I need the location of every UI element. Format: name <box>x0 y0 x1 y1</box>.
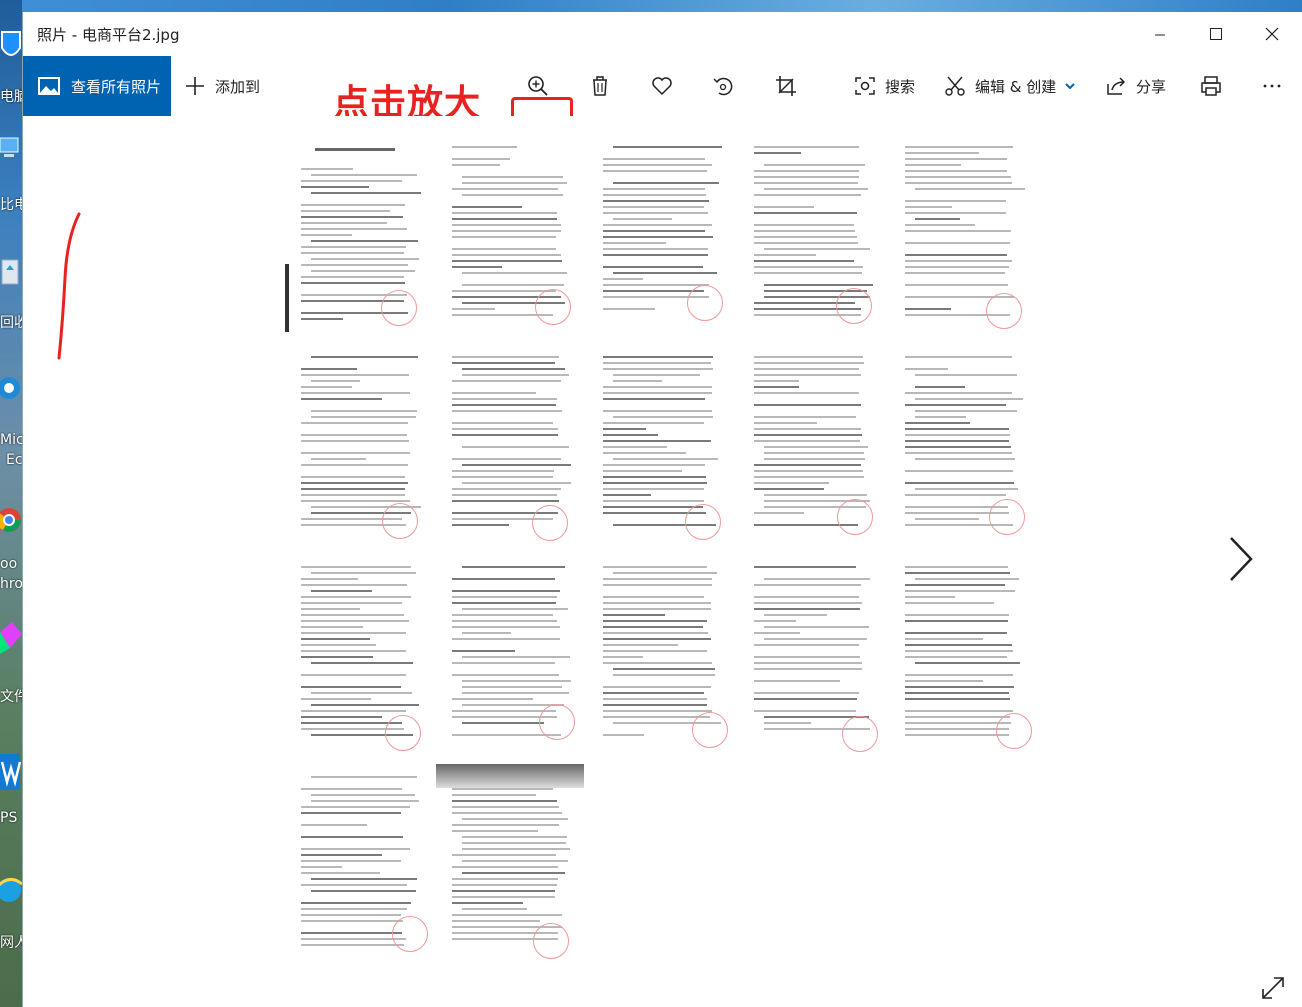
desktop-label: PS 2 <box>0 810 22 826</box>
maximize-icon[interactable] <box>1193 18 1239 50</box>
document-page <box>738 344 886 542</box>
desktop-background: 电脑 比电 回收 Micr Ec oo hro 文件 PS 2 网人 <box>0 0 22 1007</box>
document-page <box>436 764 584 962</box>
document-page <box>587 344 735 542</box>
rotate-button[interactable] <box>711 56 735 116</box>
toolbar: 查看所有照片 添加到 搜索 编辑 & 创建 分享 <box>23 56 1302 167</box>
desktop-files-icon[interactable] <box>0 620 22 660</box>
document-page <box>285 344 433 542</box>
desktop-shield-icon[interactable] <box>0 28 22 68</box>
edit-create-button[interactable]: 编辑 & 创建 <box>943 56 1076 116</box>
desktop-label: hro <box>0 576 22 592</box>
expand-icon[interactable] <box>1259 974 1287 1002</box>
desktop-label: Ec <box>6 452 22 468</box>
rotate-icon <box>713 77 733 96</box>
document-page <box>285 134 433 332</box>
search-label: 搜索 <box>885 77 916 96</box>
share-button[interactable]: 分享 <box>1104 56 1166 116</box>
crop-button[interactable] <box>774 56 798 116</box>
document-page <box>738 554 886 752</box>
document-page <box>587 554 735 752</box>
image-viewer <box>23 116 1302 1007</box>
document-page <box>889 554 1037 752</box>
view-all-photos-label: 查看所有照片 <box>71 77 162 96</box>
delete-button[interactable] <box>588 56 612 116</box>
delete-icon <box>593 76 607 96</box>
window-title: 照片 - 电商平台2.jpg <box>37 26 180 44</box>
visual-search-icon <box>855 77 875 95</box>
document-page <box>436 554 584 752</box>
view-all-photos-button[interactable]: 查看所有照片 <box>23 56 171 116</box>
chevron-down-icon <box>1065 83 1075 90</box>
search-button[interactable]: 搜索 <box>853 56 915 116</box>
minimize-icon[interactable] <box>1137 18 1183 50</box>
edit-create-label: 编辑 & 创建 <box>975 77 1057 96</box>
add-to-label: 添加到 <box>215 77 261 96</box>
add-to-button[interactable]: 添加到 <box>183 56 260 116</box>
print-button[interactable] <box>1199 56 1223 116</box>
heart-icon <box>652 77 672 96</box>
share-icon <box>1107 77 1126 95</box>
desktop-edge-icon[interactable] <box>0 370 22 410</box>
crop-icon <box>776 76 796 96</box>
document-page <box>889 134 1037 332</box>
desktop-label: 回收 <box>0 315 22 331</box>
desktop-computer-icon[interactable] <box>0 132 22 172</box>
photo-icon <box>38 77 60 95</box>
document-page <box>285 554 433 752</box>
document-page <box>436 344 584 542</box>
desktop-label: oo <box>0 556 18 572</box>
plus-icon <box>186 77 204 95</box>
photos-window: 照片 - 电商平台2.jpg 查看所有照片 添加到 搜索 编辑 & 创建 分享 … <box>22 12 1302 1007</box>
desktop-label: 电脑 <box>0 89 22 105</box>
share-label: 分享 <box>1136 77 1167 96</box>
zoom-in-icon <box>528 76 548 96</box>
desktop-browser-icon[interactable] <box>0 870 22 910</box>
more-icon <box>1263 84 1281 88</box>
desktop-chrome-icon[interactable] <box>0 500 22 540</box>
document-page <box>436 134 584 332</box>
document-page <box>889 344 1037 542</box>
document-page <box>285 764 433 962</box>
favorite-button[interactable] <box>650 56 674 116</box>
edit-create-icon <box>945 76 965 96</box>
desktop-top-strip <box>22 0 1302 12</box>
close-icon[interactable] <box>1249 18 1295 50</box>
more-button[interactable] <box>1260 56 1284 116</box>
document-page <box>587 134 735 332</box>
desktop-label: 文件 <box>0 689 22 705</box>
desktop-recycle-icon[interactable] <box>0 256 22 296</box>
print-icon <box>1201 76 1221 96</box>
title-bar: 照片 - 电商平台2.jpg <box>23 12 1302 56</box>
next-image-icon[interactable] <box>1225 534 1255 584</box>
desktop-wps-icon[interactable] <box>0 752 22 792</box>
desktop-label: Micr <box>0 432 22 448</box>
desktop-label: 网人 <box>0 935 22 951</box>
desktop-label: 比电 <box>0 197 22 213</box>
red-pen-mark <box>57 212 81 360</box>
document-page <box>738 134 886 332</box>
